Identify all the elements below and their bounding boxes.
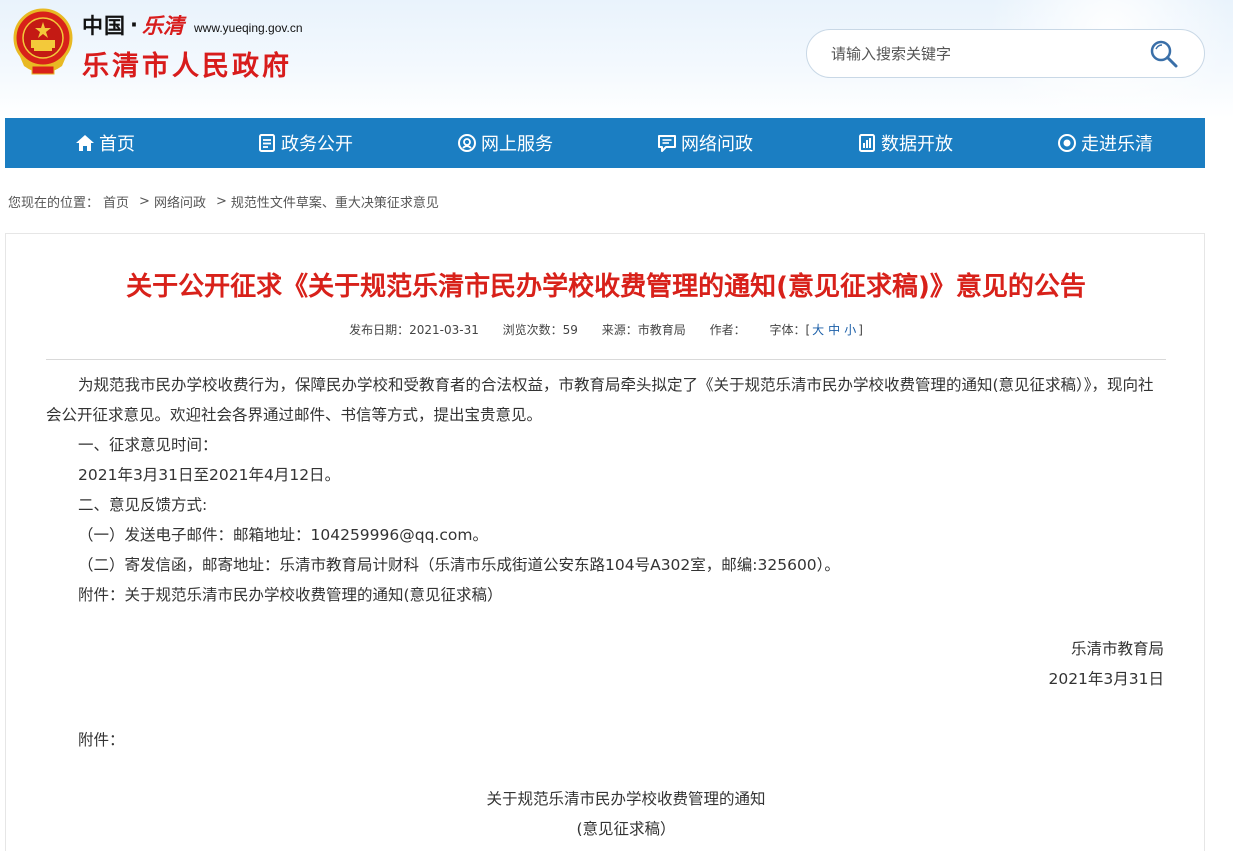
font-size-medium-button[interactable]: 中 [828, 323, 840, 337]
nav-item-label: 数据开放 [881, 134, 953, 155]
logo-top-line: 中国 · 乐清 www.yueqing.gov.cn [82, 12, 303, 38]
body-paragraph: （一）发送电子邮件：邮箱地址：104259996@qq.com。 [78, 526, 488, 544]
nav-item-label: 首页 [99, 134, 135, 155]
data-icon [859, 134, 875, 152]
font-size-large-button[interactable]: 大 [812, 323, 824, 337]
message-icon [658, 135, 676, 152]
logo-dot: · [130, 13, 138, 37]
breadcrumb: 您现在的位置： 首页 > 网络问政 > 规范性文件草案、重大决策征求意见 [8, 192, 439, 211]
body-paragraph: （二）寄发信函，邮寄地址：乐清市教育局计财科（乐清市乐成街道公安东路104号A3… [78, 556, 840, 574]
breadcrumb-link-drafts[interactable]: 规范性文件草案、重大决策征求意见 [231, 192, 439, 211]
signature-org: 乐清市教育局 [1070, 640, 1164, 658]
body-paragraph: 二、意见反馈方式: [78, 496, 208, 514]
article-panel: 关于公开征求《关于规范乐清市民办学校收费管理的通知(意见征求稿)》意见的公告 发… [5, 233, 1205, 851]
nav-item-government-affairs[interactable]: 政务公开 [205, 118, 405, 168]
nav-item-open-data[interactable]: 数据开放 [805, 118, 1005, 168]
nav-item-online-service[interactable]: 网上服务 [405, 118, 605, 168]
logo-url: www.yueqing.gov.cn [193, 21, 303, 35]
body-paragraph-attachment: 附件：关于规范乐清市民办学校收费管理的通知(意见征求稿） [78, 586, 503, 604]
breadcrumb-separator: > [215, 194, 227, 209]
meta-author: 作者： [709, 323, 746, 337]
nav-item-online-politics[interactable]: 网络问政 [605, 118, 805, 168]
breadcrumb-link-online-politics[interactable]: 网络问政 [154, 192, 206, 211]
home-icon [76, 135, 94, 151]
nav-item-label: 网上服务 [481, 134, 553, 155]
nav-item-label: 政务公开 [281, 134, 353, 155]
breadcrumb-prefix: 您现在的位置： [8, 196, 100, 211]
search-box [806, 29, 1205, 78]
title-divider [46, 359, 1166, 360]
article-title: 关于公开征求《关于规范乐清市民办学校收费管理的通知(意见征求稿)》意见的公告 [126, 272, 1086, 302]
logo-main-title: 乐清市人民政府 [82, 51, 292, 82]
meta-fontsize-end: ] [858, 323, 863, 337]
meta-source: 来源：市教育局 [601, 323, 686, 337]
article-meta: 发布日期：2021-03-31 浏览次数：59 来源：市教育局 作者： 字体：[… [6, 321, 1206, 338]
site-header: 中国 · 乐清 www.yueqing.gov.cn 乐清市人民政府 [0, 0, 1233, 118]
signature-date: 2021年3月31日 [1048, 670, 1164, 688]
attachment-label: 附件： [78, 731, 125, 749]
breadcrumb-link-home[interactable]: 首页 [103, 192, 129, 211]
nav-item-home[interactable]: 首页 [5, 118, 205, 168]
meta-views: 浏览次数：59 [502, 323, 578, 337]
attachment-title: 关于规范乐清市民办学校收费管理的通知 [486, 790, 766, 808]
font-size-small-button[interactable]: 小 [844, 323, 856, 337]
search-input[interactable] [831, 42, 1131, 66]
nav-item-label: 走进乐清 [1081, 134, 1153, 155]
nav-item-label: 网络问政 [681, 134, 753, 155]
attachment-subtitle: (意见征求稿） [576, 820, 676, 838]
nav-item-about-yueqing[interactable]: 走进乐清 [1005, 118, 1205, 168]
eye-icon [1058, 134, 1076, 152]
search-icon[interactable] [1147, 38, 1181, 70]
body-paragraph: 2021年3月31日至2021年4月12日。 [78, 466, 341, 484]
body-paragraph: 一、征求意见时间： [78, 436, 218, 454]
document-icon [259, 134, 275, 152]
logo-script-text: 乐清 [141, 13, 184, 38]
body-paragraph: 为规范我市民办学校收费行为，保障民办学校和受教育者的合法权益，市教育局牵头拟定了… [46, 376, 1154, 424]
main-nav: 首页 政务公开 网上服务 网络问政 数据开放 走进乐清 [5, 118, 1205, 168]
meta-date: 发布日期：2021-03-31 [349, 323, 479, 337]
logo-china-text: 中国 [82, 13, 126, 38]
national-emblem-icon [13, 8, 73, 75]
meta-fontsize-label: 字体：[ [769, 323, 811, 337]
service-icon [458, 134, 476, 152]
article-body: 为规范我市民办学校收费行为，保障民办学校和受教育者的合法权益，市教育局牵头拟定了… [46, 370, 1166, 610]
breadcrumb-separator: > [139, 194, 150, 209]
